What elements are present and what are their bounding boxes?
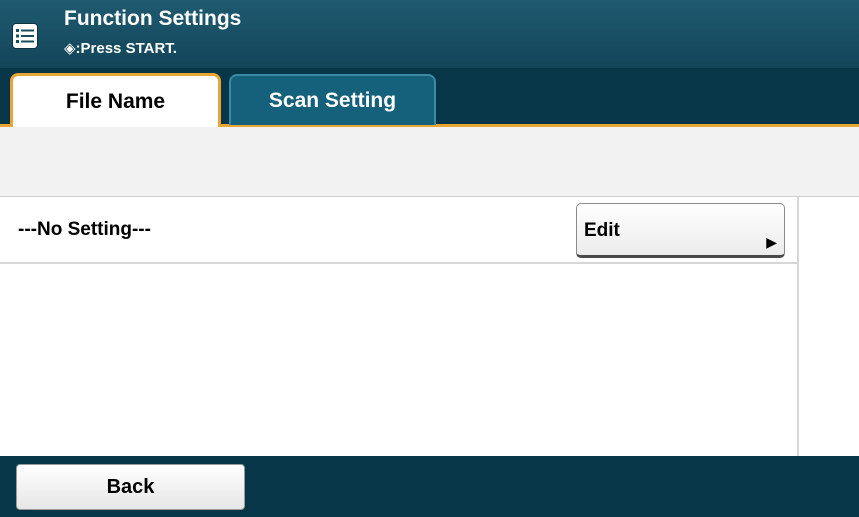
title-bar: Function Settings ◈:Press START.	[0, 0, 859, 68]
play-arrow-icon: ▶	[766, 234, 777, 250]
edit-button[interactable]: Edit ▶	[576, 203, 785, 258]
page-title: Function Settings	[64, 7, 242, 30]
edit-button-label: Edit	[584, 220, 620, 241]
info-band	[0, 127, 859, 197]
tab-scan-setting[interactable]: Scan Setting	[229, 74, 436, 125]
list-item: ---No Setting--- Edit ▶	[0, 197, 797, 264]
list-menu-icon[interactable]	[12, 23, 38, 49]
start-hint: ◈:Press START.	[64, 40, 177, 57]
scrollbar-area[interactable]	[797, 197, 859, 456]
tab-file-name[interactable]: File Name	[10, 73, 221, 127]
list-menu-glyph	[16, 29, 34, 43]
file-name-value: ---No Setting---	[18, 219, 151, 240]
back-button[interactable]: Back	[16, 464, 245, 510]
